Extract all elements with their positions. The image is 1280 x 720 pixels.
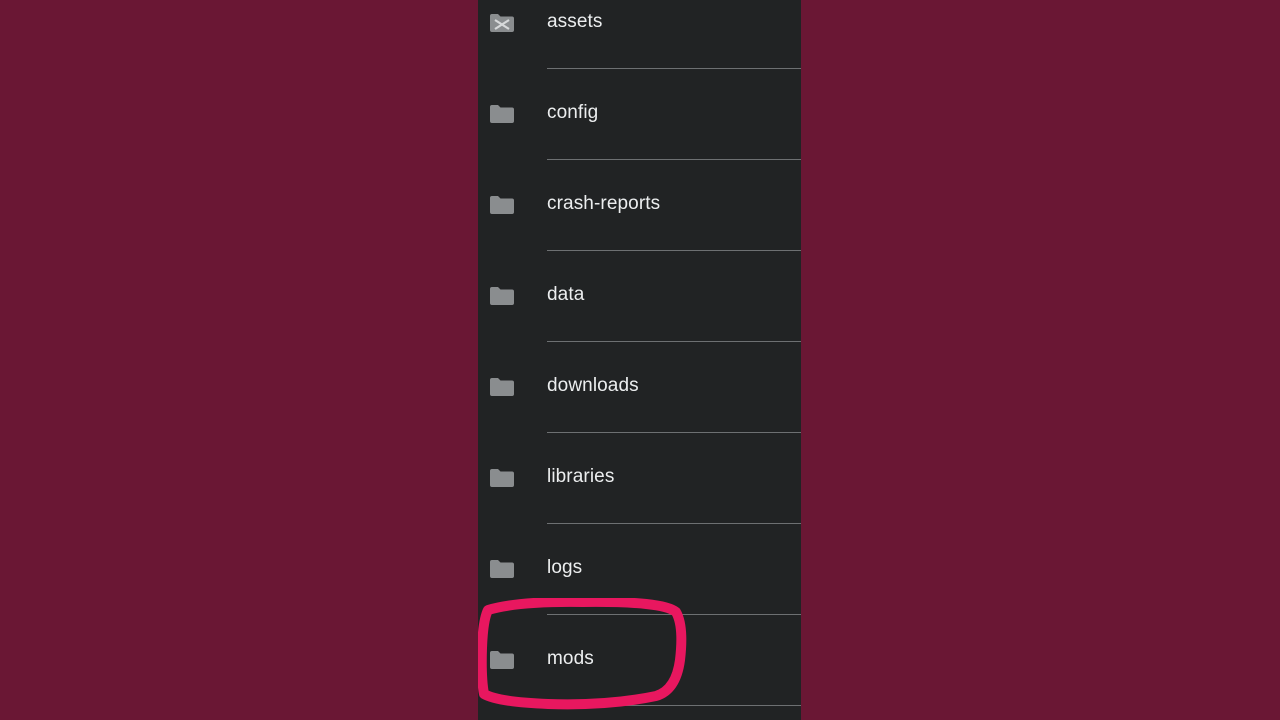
folder-name: libraries [547, 466, 615, 487]
folder-icon [489, 13, 515, 33]
screen: assets config crash-reports data downloa… [0, 0, 1280, 720]
folder-row-assets[interactable]: assets [478, 0, 801, 69]
folder-row-logs[interactable]: logs [478, 524, 801, 615]
folder-icon [489, 195, 515, 215]
folder-icon [489, 468, 515, 488]
folder-list: assets config crash-reports data downloa… [478, 0, 801, 706]
folder-name: crash-reports [547, 193, 661, 214]
folder-name: config [547, 102, 599, 123]
folder-name: downloads [547, 375, 639, 396]
file-browser-panel: assets config crash-reports data downloa… [478, 0, 801, 720]
folder-row-config[interactable]: config [478, 69, 801, 160]
folder-name: logs [547, 557, 583, 578]
folder-icon [489, 286, 515, 306]
folder-row-libraries[interactable]: libraries [478, 433, 801, 524]
folder-row-data[interactable]: data [478, 251, 801, 342]
folder-icon [489, 377, 515, 397]
folder-name: assets [547, 11, 603, 32]
folder-row-crash-reports[interactable]: crash-reports [478, 160, 801, 251]
folder-name: data [547, 284, 585, 305]
folder-icon [489, 650, 515, 670]
folder-row-mods[interactable]: mods [478, 615, 801, 706]
folder-icon [489, 559, 515, 579]
folder-row-downloads[interactable]: downloads [478, 342, 801, 433]
row-divider [547, 705, 801, 706]
folder-icon [489, 104, 515, 124]
folder-name: mods [547, 648, 594, 669]
